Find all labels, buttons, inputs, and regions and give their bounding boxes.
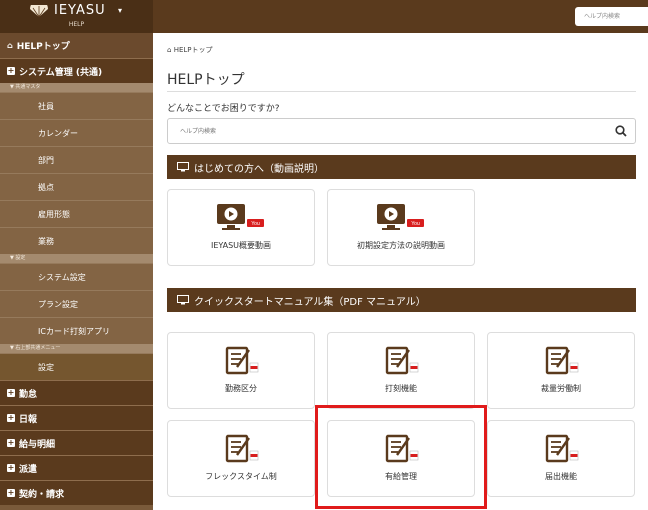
pdf-document-icon xyxy=(225,346,259,375)
card-label: フレックスタイム制 xyxy=(205,472,277,481)
page-title: HELPトップ xyxy=(167,72,245,88)
plus-icon: + xyxy=(7,388,15,397)
top-bar: IEYASU ▾ HELP xyxy=(0,0,648,33)
video-card-overview[interactable]: You IEYASU概要動画 xyxy=(167,189,315,266)
sidebar-group-header: ▼ 共通マスタ xyxy=(0,83,153,92)
section-title: はじめての方へ（動画説明） xyxy=(194,163,324,175)
video-card-initial-setup[interactable]: You 初期設定方法の説明動画 xyxy=(327,189,475,266)
manual-card-notifications[interactable]: 届出機能 xyxy=(487,420,635,497)
manual-card-flextime[interactable]: フレックスタイム制 xyxy=(167,420,315,497)
manual-card-discretionary-labor[interactable]: 裁量労働制 xyxy=(487,332,635,409)
help-question: どんなことでお困りですか? xyxy=(167,104,280,114)
sidebar-item-tasks[interactable]: 業務 xyxy=(0,227,153,254)
sidebar-section-payslip[interactable]: + 給与明細 xyxy=(0,430,153,455)
help-search-box xyxy=(167,118,636,144)
sidebar-group-header: ▼ 右上部共通メニュー xyxy=(0,344,153,353)
chevron-down-icon[interactable]: ▾ xyxy=(118,6,122,15)
sidebar: ⌂ HELPトップ + システム管理 (共通) ▼ 共通マスタ 社員 カレンダー… xyxy=(0,33,153,510)
plus-icon: + xyxy=(7,413,15,422)
pdf-document-icon xyxy=(385,346,419,375)
video-icon: You xyxy=(377,204,424,230)
card-label: 勤務区分 xyxy=(225,384,257,393)
sidebar-section-label: システム管理 (共通) xyxy=(19,67,103,78)
search-icon[interactable] xyxy=(615,125,627,137)
plus-icon: + xyxy=(7,488,15,497)
sidebar-item-ic-card-app[interactable]: ICカード打刻アプリ xyxy=(0,317,153,344)
manual-card-clock-in[interactable]: 打刻機能 xyxy=(327,332,475,409)
sidebar-section-label: 契約・請求 xyxy=(19,489,65,500)
pdf-document-icon xyxy=(225,434,259,463)
breadcrumb: ⌂ HELPトップ xyxy=(167,45,213,55)
sidebar-item-system-settings[interactable]: システム設定 xyxy=(0,263,153,290)
section-header-intro-videos: はじめての方へ（動画説明） xyxy=(167,155,636,179)
monitor-icon xyxy=(177,295,189,305)
monitor-icon xyxy=(177,162,189,172)
card-label: 裁量労働制 xyxy=(541,384,581,393)
sidebar-item-plan-settings[interactable]: プラン設定 xyxy=(0,290,153,317)
card-label: 届出機能 xyxy=(545,472,577,481)
help-search-input[interactable] xyxy=(168,119,608,143)
plus-icon: + xyxy=(7,463,15,472)
sidebar-item-help-top[interactable]: ⌂ HELPトップ xyxy=(0,33,153,58)
header-search-input[interactable] xyxy=(575,7,648,26)
section-header-quickstart-manuals: クイックスタートマニュアル集（PDF マニュアル） xyxy=(167,288,636,312)
sidebar-item-calendar[interactable]: カレンダー xyxy=(0,119,153,146)
pdf-document-icon xyxy=(545,434,579,463)
pdf-document-icon xyxy=(545,346,579,375)
sidebar-section-label: 給与明細 xyxy=(19,439,56,450)
sidebar-section-label: 派遣 xyxy=(19,464,38,475)
sidebar-section-label: 勤怠 xyxy=(19,389,38,400)
breadcrumb-link[interactable]: HELPトップ xyxy=(174,46,213,54)
divider xyxy=(167,91,636,92)
sidebar-section-attendance[interactable]: + 勤怠 xyxy=(0,380,153,405)
sidebar-item-employment-types[interactable]: 雇用形態 xyxy=(0,200,153,227)
card-label: IEYASU概要動画 xyxy=(210,241,272,250)
app-logo[interactable]: IEYASU ▾ HELP xyxy=(0,0,153,33)
youtube-logo-icon: You xyxy=(411,221,420,227)
brand-subtitle: HELP xyxy=(68,21,85,28)
highlight-box xyxy=(315,405,487,509)
sidebar-section-system[interactable]: + システム管理 (共通) xyxy=(0,58,153,83)
sidebar-item-departments[interactable]: 部門 xyxy=(0,146,153,173)
card-label: 初期設定方法の説明動画 xyxy=(357,241,445,250)
sidebar-section-contract-billing[interactable]: + 契約・請求 xyxy=(0,480,153,505)
sidebar-group-header: ▼ 設定 xyxy=(0,254,153,263)
section-title: クイックスタートマニュアル集（PDF マニュアル） xyxy=(194,296,426,308)
sidebar-section-daily-report[interactable]: + 日報 xyxy=(0,405,153,430)
plus-icon: + xyxy=(7,438,15,447)
video-icon: You xyxy=(217,204,264,230)
home-icon: ⌂ xyxy=(7,41,13,50)
card-label: 打刻機能 xyxy=(385,384,417,393)
sidebar-section-dispatch[interactable]: + 派遣 xyxy=(0,455,153,480)
sidebar-section-label: 日報 xyxy=(19,414,38,425)
sidebar-item-employees[interactable]: 社員 xyxy=(0,92,153,119)
plus-icon: + xyxy=(7,66,15,75)
sidebar-item-settings[interactable]: 設定 xyxy=(0,353,153,380)
youtube-logo-icon: You xyxy=(251,221,260,227)
home-icon: ⌂ xyxy=(167,46,172,54)
fan-logo-icon xyxy=(30,5,48,17)
sidebar-item-label: HELPトップ xyxy=(16,42,70,52)
manual-card-work-category[interactable]: 勤務区分 xyxy=(167,332,315,409)
brand-name: IEYASU xyxy=(54,3,106,18)
sidebar-item-locations[interactable]: 拠点 xyxy=(0,173,153,200)
